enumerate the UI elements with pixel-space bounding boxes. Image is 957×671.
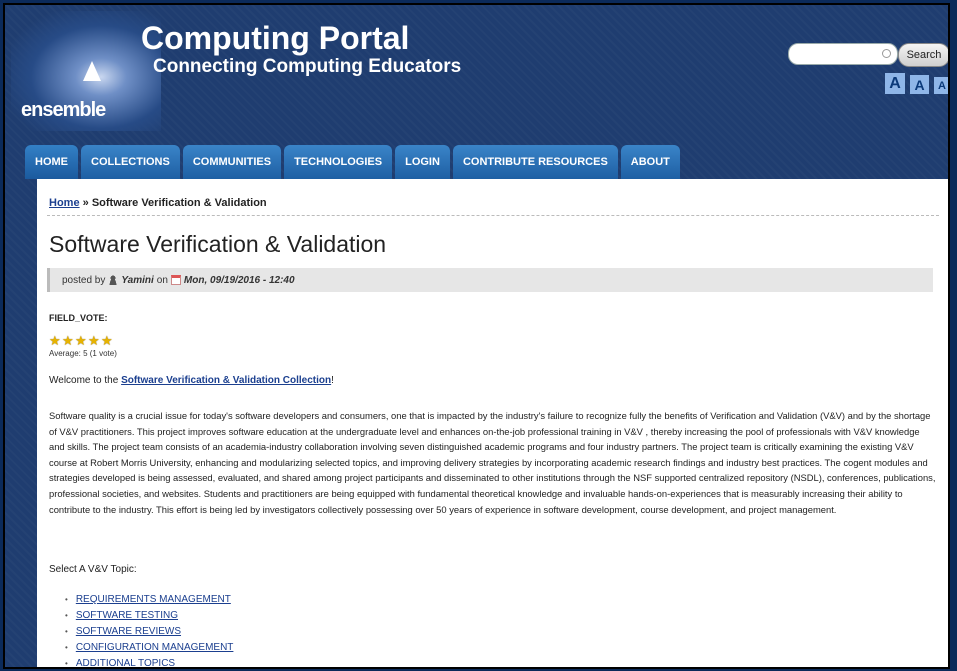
nav-tab-collections[interactable]: COLLECTIONS (81, 145, 180, 179)
star-icon[interactable]: ★ (75, 334, 87, 347)
list-item: REQUIREMENTS MANAGEMENT (65, 592, 233, 608)
star-icon[interactable]: ★ (49, 334, 61, 347)
topic-link-software-reviews[interactable]: SOFTWARE REVIEWS (76, 626, 181, 637)
topic-link-configuration-management[interactable]: CONFIGURATION MANAGEMENT (76, 642, 234, 653)
main-content: Home » Software Verification & Validatio… (37, 179, 948, 667)
list-item: SOFTWARE TESTING (65, 608, 233, 624)
breadcrumb: Home » Software Verification & Validatio… (49, 197, 267, 209)
nav-tab-login[interactable]: LOGIN (395, 145, 450, 179)
description-paragraph: Software quality is a crucial issue for … (49, 410, 936, 515)
star-icon[interactable]: ★ (101, 334, 113, 347)
topic-link-requirements-management[interactable]: REQUIREMENTS MANAGEMENT (76, 594, 231, 605)
clear-search-icon[interactable] (882, 49, 891, 58)
welcome-prefix: Welcome to the (49, 375, 119, 386)
nav-tab-about[interactable]: ABOUT (620, 145, 680, 179)
font-size-small-button[interactable]: A (934, 77, 948, 94)
search-input[interactable] (788, 43, 898, 65)
breadcrumb-current: Software Verification & Validation (91, 197, 267, 209)
welcome-text: Welcome to the Software Verification & V… (49, 375, 334, 386)
nav-tab-technologies[interactable]: TECHNOLOGIES (284, 145, 393, 179)
post-date: Mon, 09/19/2016 - 12:40 (183, 274, 295, 286)
font-size-medium-button[interactable]: A (910, 75, 929, 94)
welcome-suffix: ! (331, 375, 334, 386)
topic-list: REQUIREMENTS MANAGEMENT SOFTWARE TESTING… (65, 592, 234, 667)
breadcrumb-divider (47, 215, 939, 216)
page-frame: ensemble Computing Portal Connecting Com… (3, 3, 950, 669)
nav-tab-home[interactable]: HOME (25, 145, 78, 179)
search-button[interactable]: Search (898, 43, 948, 67)
collection-link[interactable]: Software Verification & Validation Colle… (121, 375, 331, 386)
user-icon (108, 275, 119, 285)
author-name[interactable]: Yamini (121, 275, 153, 286)
list-item: SOFTWARE REVIEWS (65, 624, 233, 640)
topic-label: Select A V&V Topic: (49, 564, 137, 575)
topic-link-additional-topics[interactable]: ADDITIONAL TOPICS (76, 658, 175, 667)
list-item: CONFIGURATION MANAGEMENT (65, 640, 234, 656)
site-title[interactable]: Computing Portal (141, 21, 409, 55)
rating-stars[interactable]: ★ ★ ★ ★ ★ (49, 334, 113, 347)
posted-by-label: posted by (62, 274, 106, 286)
nav-tab-contribute-resources[interactable]: CONTRIBUTE RESOURCES (452, 145, 618, 179)
nav-tab-communities[interactable]: COMMUNITIES (182, 145, 282, 179)
site-slogan: Connecting Computing Educators (153, 56, 462, 77)
on-label: on (156, 274, 168, 286)
page-title: Software Verification & Validation (49, 231, 387, 257)
post-meta: posted by Yamini on Mon, 09/19/2016 - 12… (47, 268, 933, 292)
main-nav: HOME COLLECTIONS COMMUNITIES TECHNOLOGIE… (25, 145, 680, 179)
field-vote-label: FIELD_VOTE: (49, 313, 108, 323)
topic-link-software-testing[interactable]: SOFTWARE TESTING (76, 610, 178, 621)
star-icon[interactable]: ★ (88, 334, 100, 347)
logo-text[interactable]: ensemble (21, 99, 106, 122)
rating-average: Average: 5 (1 vote) (49, 349, 117, 358)
calendar-icon (170, 275, 181, 285)
font-size-large-button[interactable]: A (885, 73, 905, 94)
breadcrumb-separator: » (82, 197, 89, 209)
breadcrumb-home-link[interactable]: Home (49, 197, 80, 209)
star-icon[interactable]: ★ (62, 334, 74, 347)
list-item: ADDITIONAL TOPICS (65, 656, 233, 667)
logo-triangle-icon (83, 61, 101, 81)
